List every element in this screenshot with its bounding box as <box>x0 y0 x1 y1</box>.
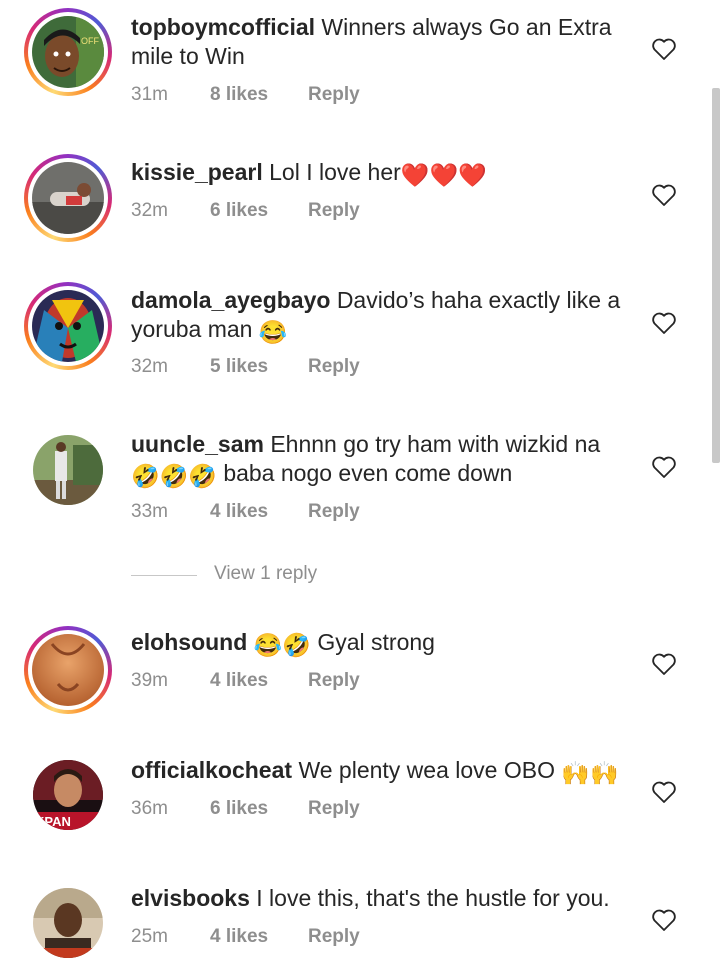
timestamp: 36m <box>131 798 168 819</box>
comment-text: damola_ayegbayo Davido’s haha exactly li… <box>131 287 621 345</box>
comment-text: kissie_pearl Lol I love her❤️❤️❤️ <box>131 159 487 188</box>
avatar-container[interactable] <box>24 879 112 967</box>
comment-username[interactable]: topboymcofficial <box>131 14 315 40</box>
avatar[interactable] <box>33 435 103 505</box>
heart-icon[interactable] <box>651 652 677 676</box>
timestamp: 33m <box>131 501 168 522</box>
heart-icon[interactable] <box>651 37 677 61</box>
avatar[interactable] <box>32 162 104 234</box>
scrollbar[interactable] <box>712 88 720 463</box>
story-ring[interactable] <box>24 282 112 370</box>
likes-count[interactable]: 6 likes <box>210 200 268 222</box>
avatar-container[interactable] <box>24 426 112 514</box>
reply-button[interactable]: Reply <box>308 670 360 692</box>
timestamp: 31m <box>131 84 168 105</box>
likes-count[interactable]: 4 likes <box>210 501 268 523</box>
laughing-emoji: 😂🤣 <box>253 632 311 658</box>
reply-button[interactable]: Reply <box>308 926 360 948</box>
heart-icon[interactable] <box>651 455 677 479</box>
reply-button[interactable]: Reply <box>308 84 360 106</box>
timestamp: 39m <box>131 670 168 691</box>
avatar[interactable]: OFF <box>32 16 104 88</box>
heart-icon[interactable] <box>651 311 677 335</box>
likes-count[interactable]: 4 likes <box>210 670 268 692</box>
comment-username[interactable]: officialkocheat <box>131 757 292 783</box>
avatar[interactable] <box>33 888 103 958</box>
avatar[interactable] <box>32 290 104 362</box>
svg-text:OFF: OFF <box>81 36 99 46</box>
avatar[interactable] <box>32 634 104 706</box>
story-ring[interactable] <box>24 626 112 714</box>
avatar-container[interactable]: KPAN <box>24 751 112 839</box>
view-replies-label[interactable]: View 1 reply <box>214 563 317 585</box>
heart-icon[interactable] <box>651 908 677 932</box>
comment-text: officialkocheat We plenty wea love OBO 🙌… <box>131 757 619 786</box>
timestamp: 32m <box>131 200 168 221</box>
comment-username[interactable]: uuncle_sam <box>131 431 264 457</box>
likes-count[interactable]: 5 likes <box>210 356 268 378</box>
rolling-laughing-emoji: 🤣🤣🤣 <box>131 463 217 489</box>
story-ring[interactable] <box>24 154 112 242</box>
comment-username[interactable]: kissie_pearl <box>131 159 263 185</box>
laughing-emoji: 😂 <box>258 319 288 345</box>
hearts-emoji: ❤️❤️❤️ <box>400 162 487 188</box>
likes-count[interactable]: 4 likes <box>210 926 268 948</box>
reply-button[interactable]: Reply <box>308 200 360 222</box>
divider-line <box>131 575 197 576</box>
heart-icon[interactable] <box>651 780 677 804</box>
timestamp: 32m <box>131 356 168 377</box>
comment-text: elvisbooks I love this, that's the hustl… <box>131 885 610 911</box>
likes-count[interactable]: 8 likes <box>210 84 268 106</box>
reply-button[interactable]: Reply <box>308 356 360 378</box>
heart-icon[interactable] <box>651 183 677 207</box>
comment-username[interactable]: damola_ayegbayo <box>131 287 330 313</box>
comment-username[interactable]: elohsound <box>131 629 247 655</box>
comment-text: topboymcofficial Winners always Go an Ex… <box>131 14 612 69</box>
view-replies[interactable]: View 1 reply <box>131 563 431 587</box>
reply-button[interactable]: Reply <box>308 501 360 523</box>
comment-text: elohsound 😂🤣 Gyal strong <box>131 629 435 658</box>
comment-username[interactable]: elvisbooks <box>131 885 250 911</box>
story-ring[interactable]: OFF <box>24 8 112 96</box>
reply-button[interactable]: Reply <box>308 798 360 820</box>
avatar-caption: KPAN <box>35 814 71 829</box>
avatar[interactable]: KPAN <box>33 760 103 830</box>
likes-count[interactable]: 6 likes <box>210 798 268 820</box>
raised-hands-emoji: 🙌🙌 <box>561 760 619 786</box>
comment-text: uuncle_sam Ehnnn go try ham with wizkid … <box>131 431 601 489</box>
timestamp: 25m <box>131 926 168 947</box>
